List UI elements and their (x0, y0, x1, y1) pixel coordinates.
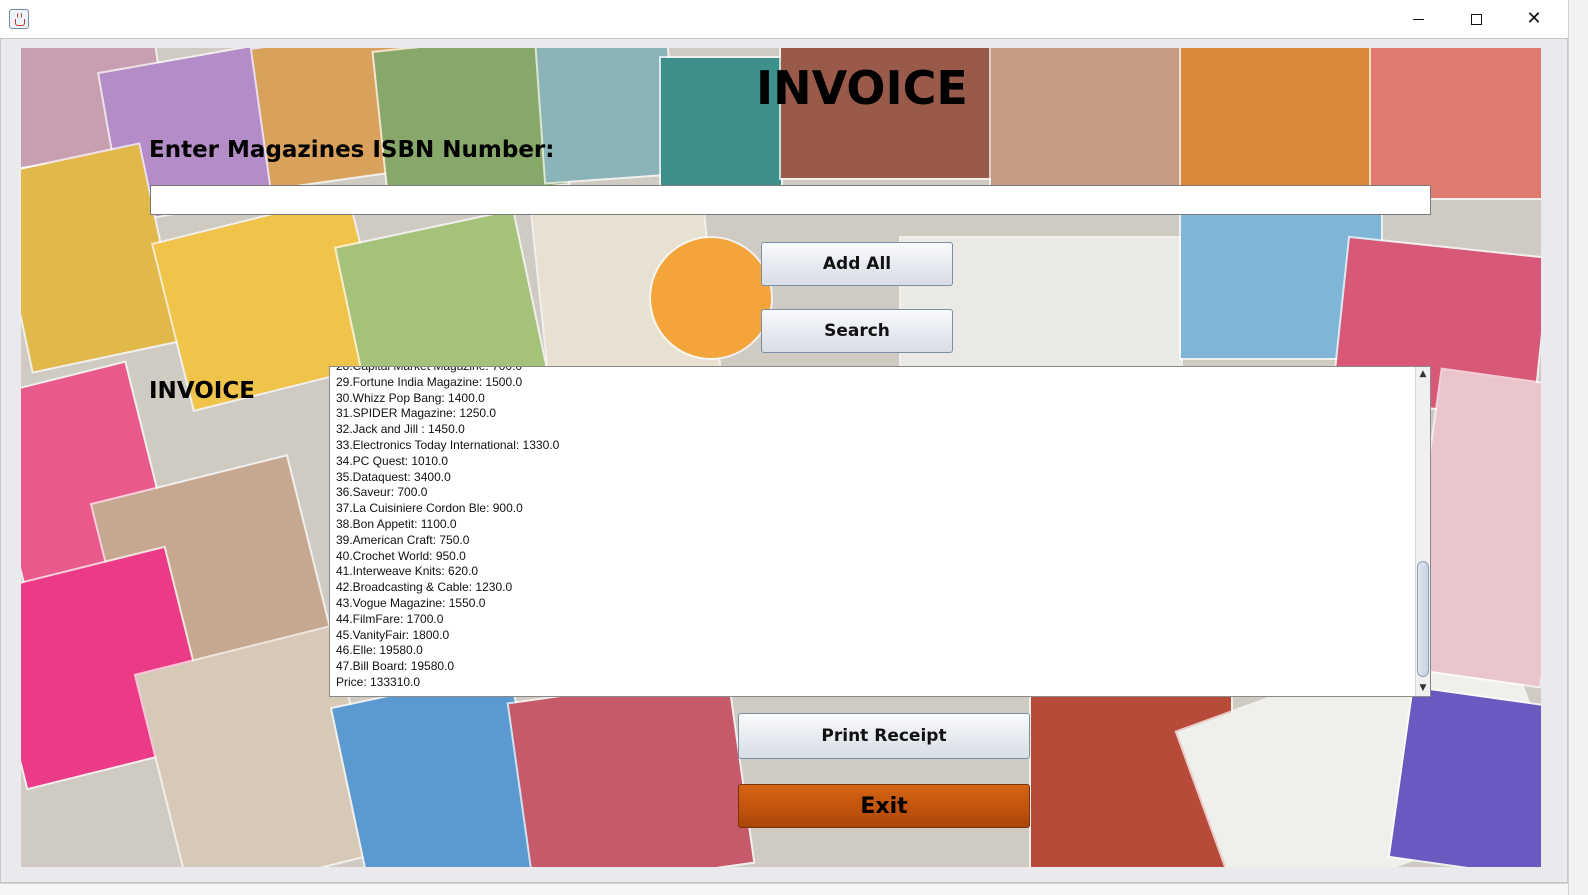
add-all-button[interactable]: Add All (761, 242, 953, 286)
background-window-edge (1568, 0, 1588, 895)
invoice-line: 30.Whizz Pop Bang: 1400.0 (336, 390, 485, 405)
title-bar: ✕ (0, 0, 1568, 39)
invoice-line: 28.Capital Market Magazine: 700.0 (336, 366, 523, 373)
isbn-input[interactable] (150, 185, 1431, 215)
close-icon: ✕ (1526, 8, 1542, 29)
invoice-line: 34.PC Quest: 1010.0 (336, 453, 449, 468)
invoice-line: 38.Bon Appetit: 1100.0 (336, 516, 457, 531)
invoice-line: 36.Saveur: 700.0 (336, 485, 428, 500)
invoice-line: 42.Broadcasting & Cable: 1230.0 (336, 580, 513, 595)
minimize-button[interactable] (1389, 0, 1447, 38)
maximize-button[interactable] (1447, 0, 1505, 38)
invoice-line: 37.La Cuisiniere Cordon Ble: 900.0 (336, 501, 523, 516)
invoice-line: 46.Elle: 19580.0 (336, 643, 423, 658)
exit-button[interactable]: Exit (738, 784, 1030, 828)
invoice-line: 31.SPIDER Magazine: 1250.0 (336, 406, 497, 421)
minimize-icon (1412, 18, 1424, 20)
collage-tile (1181, 48, 1381, 198)
collage-tile (536, 48, 676, 183)
collage-tile (1371, 48, 1541, 198)
scroll-up-arrow-icon[interactable]: ▲ (1416, 367, 1430, 382)
scroll-thumb[interactable] (1417, 561, 1429, 677)
invoice-line: 47.Bill Board: 19580.0 (336, 659, 455, 674)
invoice-label: INVOICE (149, 378, 255, 404)
invoice-line: 41.Interweave Knits: 620.0 (336, 564, 479, 579)
invoice-line: 32.Jack and Jill : 1450.0 (336, 422, 465, 437)
collage-tile (651, 238, 771, 358)
java-coffee-cup-icon (9, 9, 29, 29)
maximize-icon (1470, 13, 1482, 25)
collage-tile (508, 673, 754, 867)
vertical-scrollbar[interactable]: ▲ ▼ (1415, 367, 1430, 696)
invoice-line: 29.Fortune India Magazine: 1500.0 (336, 374, 523, 389)
invoice-line: 40.Crochet World: 950.0 (336, 548, 466, 563)
invoice-line: 35.Dataquest: 3400.0 (336, 469, 451, 484)
page-title: INVOICE (756, 61, 968, 115)
collage-tile (991, 48, 1191, 188)
invoice-line: 39.American Craft: 750.0 (336, 532, 470, 547)
taskbar-edge (0, 883, 1568, 895)
print-receipt-button[interactable]: Print Receipt (738, 713, 1030, 759)
invoice-line: 44.FilmFare: 1700.0 (336, 611, 444, 626)
invoice-textarea[interactable]: 28.Capital Market Magazine: 700.0 29.For… (329, 366, 1431, 697)
scroll-down-arrow-icon[interactable]: ▼ (1416, 681, 1430, 696)
invoice-lines: 28.Capital Market Magazine: 700.0 29.For… (336, 366, 560, 691)
close-button[interactable]: ✕ (1505, 0, 1563, 38)
search-button[interactable]: Search (761, 309, 953, 353)
collage-tile (1389, 687, 1541, 867)
invoice-line: 45.VanityFair: 1800.0 (336, 627, 450, 642)
isbn-label: Enter Magazines ISBN Number: (149, 137, 555, 163)
invoice-total: Price: 133310.0 (336, 674, 421, 689)
invoice-line: 43.Vogue Magazine: 1550.0 (336, 595, 486, 610)
invoice-line: 33.Electronics Today International: 1330… (336, 437, 560, 452)
